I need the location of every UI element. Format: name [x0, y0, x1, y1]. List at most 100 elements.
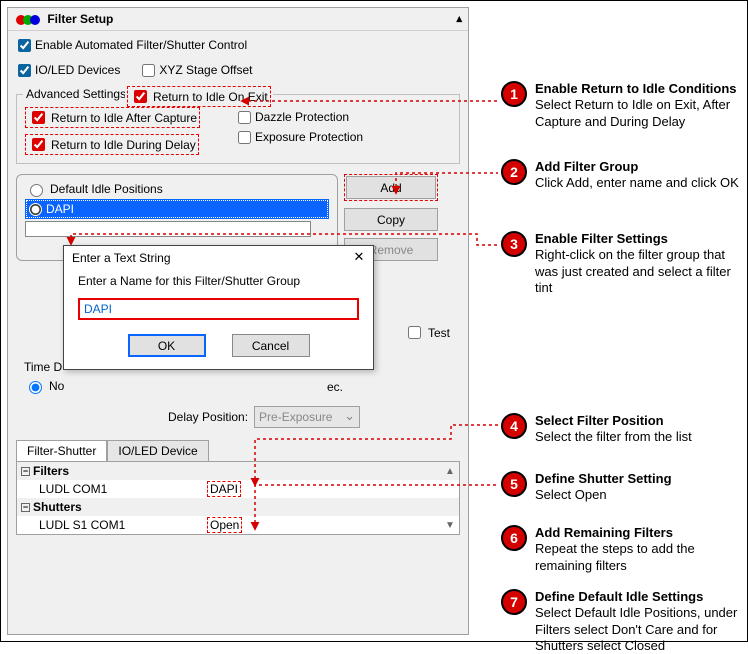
- step-7-badge: 7: [501, 589, 527, 615]
- step-3-badge: 3: [501, 231, 527, 257]
- step-1-badge: 1: [501, 81, 527, 107]
- note-7-title: Define Default Idle Settings: [535, 589, 743, 605]
- idle-blank-slot[interactable]: [25, 221, 311, 237]
- ludl-s1-label: LUDL S1 COM1: [39, 518, 125, 532]
- default-idle-label: Default Idle Positions: [50, 182, 163, 196]
- enable-auto-checkbox[interactable]: Enable Automated Filter/Shutter Control: [18, 38, 458, 52]
- close-icon[interactable]: ✕: [349, 249, 369, 267]
- dapi-input[interactable]: [29, 203, 42, 216]
- sec-fragment: ec.: [327, 380, 343, 394]
- ludl-com1-label: LUDL COM1: [39, 482, 107, 496]
- idle-capture-checkbox[interactable]: [32, 111, 45, 124]
- idle-exit-highlight: Return to Idle On Exit: [127, 86, 271, 107]
- note-4-text: Select the filter from the list: [535, 429, 692, 444]
- no-radio-label: No: [49, 379, 64, 393]
- filter-shutter-table: −Filters ▲ LUDL COM1 DAPI −Shutters LUDL…: [16, 461, 460, 535]
- advanced-legend: Advanced Settings: [23, 87, 129, 101]
- note-5-title: Define Shutter Setting: [535, 471, 672, 487]
- idle-delay-checkbox[interactable]: [32, 138, 45, 151]
- xyz-offset-label: XYZ Stage Offset: [159, 63, 252, 77]
- scroll-up-icon[interactable]: ▲: [441, 466, 459, 477]
- exposure-checkbox[interactable]: Exposure Protection: [238, 130, 451, 144]
- dialog-title-bar: Filter Setup ▴: [8, 8, 468, 31]
- tab-filter-shutter[interactable]: Filter-Shutter: [16, 440, 107, 461]
- filter-pos-value: DAPI: [210, 482, 238, 496]
- dapi-radio-row[interactable]: DAPI: [26, 200, 328, 218]
- note-5-text: Select Open: [535, 487, 607, 502]
- dialog-title: Filter Setup: [47, 12, 113, 26]
- collapse-caret-icon[interactable]: ▴: [456, 12, 462, 25]
- text-string-modal: Enter a Text String ✕ Enter a Name for t…: [63, 245, 374, 370]
- dazzle-checkbox[interactable]: Dazzle Protection: [238, 110, 451, 124]
- dapi-highlight: DAPI: [25, 199, 329, 219]
- delay-label: Delay Position:: [168, 410, 248, 424]
- collapse-icon[interactable]: −: [21, 503, 30, 512]
- ok-button[interactable]: OK: [128, 334, 206, 357]
- device-tabs: Filter-Shutter IO/LED Device −Filters ▲ …: [16, 440, 460, 535]
- delay-position-row: Delay Position: Pre-Exposure: [168, 406, 360, 428]
- shutters-header: −Shutters: [17, 498, 459, 516]
- filters-header: −Filters ▲: [17, 462, 459, 480]
- modal-title: Enter a Text String: [72, 251, 171, 265]
- io-led-checkbox[interactable]: IO/LED Devices: [18, 63, 120, 77]
- delay-combo-value: Pre-Exposure: [259, 410, 332, 424]
- dapi-label: DAPI: [46, 202, 74, 216]
- dazzle-input[interactable]: [238, 111, 251, 124]
- test-checkbox[interactable]: Test: [404, 323, 450, 342]
- advanced-groupbox: Advanced Settings Return to Idle On Exit…: [16, 94, 460, 164]
- step-4-badge: 4: [501, 413, 527, 439]
- cancel-button[interactable]: Cancel: [232, 334, 310, 357]
- note-2-title: Add Filter Group: [535, 159, 739, 175]
- shutters-header-label: Shutters: [33, 500, 82, 514]
- filter-name-input[interactable]: [78, 298, 359, 320]
- dazzle-label: Dazzle Protection: [255, 110, 349, 124]
- idle-exit-checkbox[interactable]: [134, 90, 147, 103]
- note-3-text: Right-click on the filter group that was…: [535, 247, 731, 295]
- filters-header-label: Filters: [33, 464, 69, 478]
- enable-auto-input[interactable]: [18, 39, 31, 52]
- xyz-offset-input[interactable]: [142, 64, 155, 77]
- step-2-badge: 2: [501, 159, 527, 185]
- exposure-input[interactable]: [238, 131, 251, 144]
- idle-delay-label: Return to Idle During Delay: [51, 138, 196, 152]
- shutter-value: Open: [210, 518, 239, 532]
- table-row[interactable]: LUDL COM1 DAPI: [17, 480, 459, 498]
- time-d-fragment: Time D No: [24, 360, 64, 394]
- default-idle-radio[interactable]: Default Idle Positions: [25, 181, 329, 197]
- delay-combo[interactable]: Pre-Exposure: [254, 406, 360, 428]
- io-led-input[interactable]: [18, 64, 31, 77]
- idle-capture-highlight: Return to Idle After Capture: [25, 107, 200, 128]
- filter-setup-dialog: Filter Setup ▴ Enable Automated Filter/S…: [7, 7, 469, 635]
- tab-io-led[interactable]: IO/LED Device: [107, 440, 208, 461]
- test-label: Test: [428, 326, 450, 340]
- enable-auto-label: Enable Automated Filter/Shutter Control: [35, 38, 247, 52]
- test-input[interactable]: [408, 326, 421, 339]
- io-led-label: IO/LED Devices: [35, 63, 120, 77]
- note-1-title: Enable Return to Idle Conditions: [535, 81, 743, 97]
- default-idle-input[interactable]: [30, 184, 43, 197]
- modal-title-bar: Enter a Text String ✕: [64, 246, 373, 270]
- note-2-text: Click Add, enter name and click OK: [535, 175, 739, 190]
- note-6-title: Add Remaining Filters: [535, 525, 743, 541]
- app-icon-dot-blue: [30, 15, 40, 25]
- add-button[interactable]: Add: [346, 176, 436, 199]
- note-6-text: Repeat the steps to add the remaining fi…: [535, 541, 695, 572]
- note-4-title: Select Filter Position: [535, 413, 692, 429]
- no-radio[interactable]: No: [24, 378, 64, 394]
- note-7-text: Select Default Idle Positions, under Fil…: [535, 605, 737, 653]
- idle-capture-label: Return to Idle After Capture: [51, 111, 197, 125]
- step-5-badge: 5: [501, 471, 527, 497]
- modal-prompt: Enter a Name for this Filter/Shutter Gro…: [78, 274, 359, 288]
- step-6-badge: 6: [501, 525, 527, 551]
- copy-button[interactable]: Copy: [344, 208, 438, 231]
- collapse-icon[interactable]: −: [21, 467, 30, 476]
- note-3-title: Enable Filter Settings: [535, 231, 743, 247]
- scroll-down-icon[interactable]: ▼: [441, 520, 459, 531]
- table-row[interactable]: LUDL S1 COM1 Open ▼: [17, 516, 459, 534]
- xyz-offset-checkbox[interactable]: XYZ Stage Offset: [142, 63, 252, 77]
- idle-delay-highlight: Return to Idle During Delay: [25, 134, 199, 155]
- no-radio-input[interactable]: [29, 381, 42, 394]
- note-1-text: Select Return to Idle on Exit, After Cap…: [535, 97, 730, 128]
- exposure-label: Exposure Protection: [255, 130, 363, 144]
- idle-exit-label: Return to Idle On Exit: [153, 90, 268, 104]
